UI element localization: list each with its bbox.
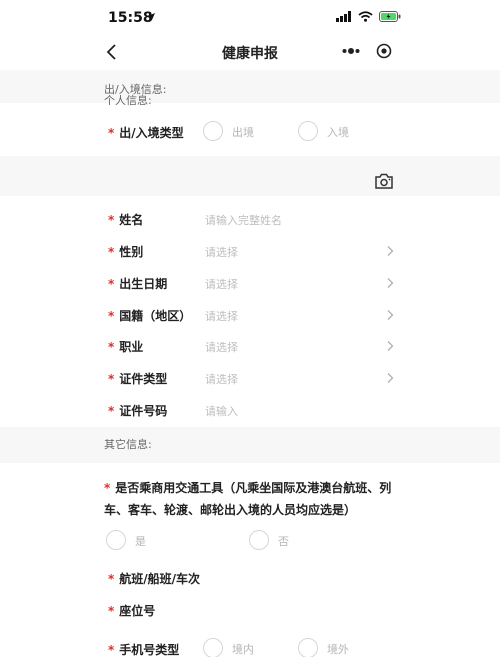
flight-number-label: * 航班/船班/车次 (108, 572, 201, 586)
form-content: 出/入境信息: * 出/入境类型 出境 入境 个人信息: * 姓名 请输入完整姓名 … (0, 70, 500, 657)
required-mark: * (104, 481, 111, 495)
birth-date-label: * 出生日期 (108, 277, 168, 291)
signal-icon (336, 11, 351, 22)
name-input[interactable]: 请输入完整姓名 (205, 212, 282, 228)
entry-radio[interactable] (298, 121, 318, 141)
required-mark: * (108, 572, 115, 586)
exit-radio-label: 出境 (232, 126, 254, 139)
chevron-right-icon (387, 341, 394, 351)
nationality-label: * 国籍（地区） (108, 309, 192, 323)
phone-domestic-label: 境内 (232, 643, 254, 656)
other-info-section-title: 其它信息: (104, 438, 152, 451)
transport-no-radio[interactable] (249, 530, 269, 550)
more-dots-icon[interactable] (342, 44, 360, 58)
wifi-icon (358, 11, 373, 22)
transport-question-label: * 是否乘商用交通工具（凡乘坐国际及港澳台航班、列车、客车、轮渡、邮轮出入境的人员… (104, 481, 392, 517)
required-mark: * (108, 404, 115, 418)
status-icons (336, 11, 401, 22)
chevron-right-icon (387, 246, 394, 256)
exit-radio[interactable] (203, 121, 223, 141)
travel-info-section-header: 出/入境信息: (0, 70, 500, 103)
gender-label: * 性别 (108, 245, 144, 259)
chevron-right-icon (387, 373, 394, 383)
seat-number-label: * 座位号 (108, 604, 156, 618)
status-bar: 15:58 (0, 0, 500, 34)
required-mark: * (108, 604, 115, 618)
target-icon[interactable] (376, 43, 392, 59)
required-mark: * (108, 340, 115, 354)
required-mark: * (108, 309, 115, 323)
other-info-section-header: 其它信息: (0, 427, 500, 463)
battery-icon (379, 11, 401, 22)
phone-type-label: * 手机号类型 (108, 643, 180, 657)
required-mark: * (108, 245, 115, 259)
chevron-right-icon (387, 310, 394, 320)
location-arrow-icon (147, 13, 155, 21)
transport-no-label: 否 (278, 535, 289, 548)
personal-info-section-title: 个人信息: (104, 94, 152, 107)
personal-info-section-header: 个人信息: (0, 94, 500, 196)
transport-yes-radio[interactable] (106, 530, 126, 550)
phone-domestic-radio[interactable] (203, 638, 223, 657)
phone-overseas-radio[interactable] (298, 638, 318, 657)
birth-date-select[interactable]: 请选择 (205, 276, 238, 292)
phone-overseas-label: 境外 (327, 643, 349, 656)
required-mark: * (108, 643, 115, 657)
required-mark: * (108, 277, 115, 291)
travel-type-label: * 出/入境类型 (108, 126, 184, 140)
id-number-input[interactable]: 请输入 (205, 403, 238, 419)
chevron-right-icon (387, 278, 394, 288)
id-type-select[interactable]: 请选择 (205, 371, 238, 387)
gender-select[interactable]: 请选择 (205, 244, 238, 260)
page-title: 健康申报 (222, 46, 278, 62)
nationality-select[interactable]: 请选择 (205, 308, 238, 324)
name-label: * 姓名 (108, 213, 144, 227)
transport-yes-label: 是 (135, 535, 146, 548)
nav-bar: 健康申报 (0, 34, 500, 70)
required-mark: * (108, 126, 115, 140)
job-label: * 职业 (108, 340, 144, 354)
camera-icon[interactable] (374, 173, 394, 189)
id-type-label: * 证件类型 (108, 372, 168, 386)
job-select[interactable]: 请选择 (205, 339, 238, 355)
entry-radio-label: 入境 (327, 126, 349, 139)
required-mark: * (108, 213, 115, 227)
id-number-label: * 证件号码 (108, 404, 168, 418)
required-mark: * (108, 372, 115, 386)
